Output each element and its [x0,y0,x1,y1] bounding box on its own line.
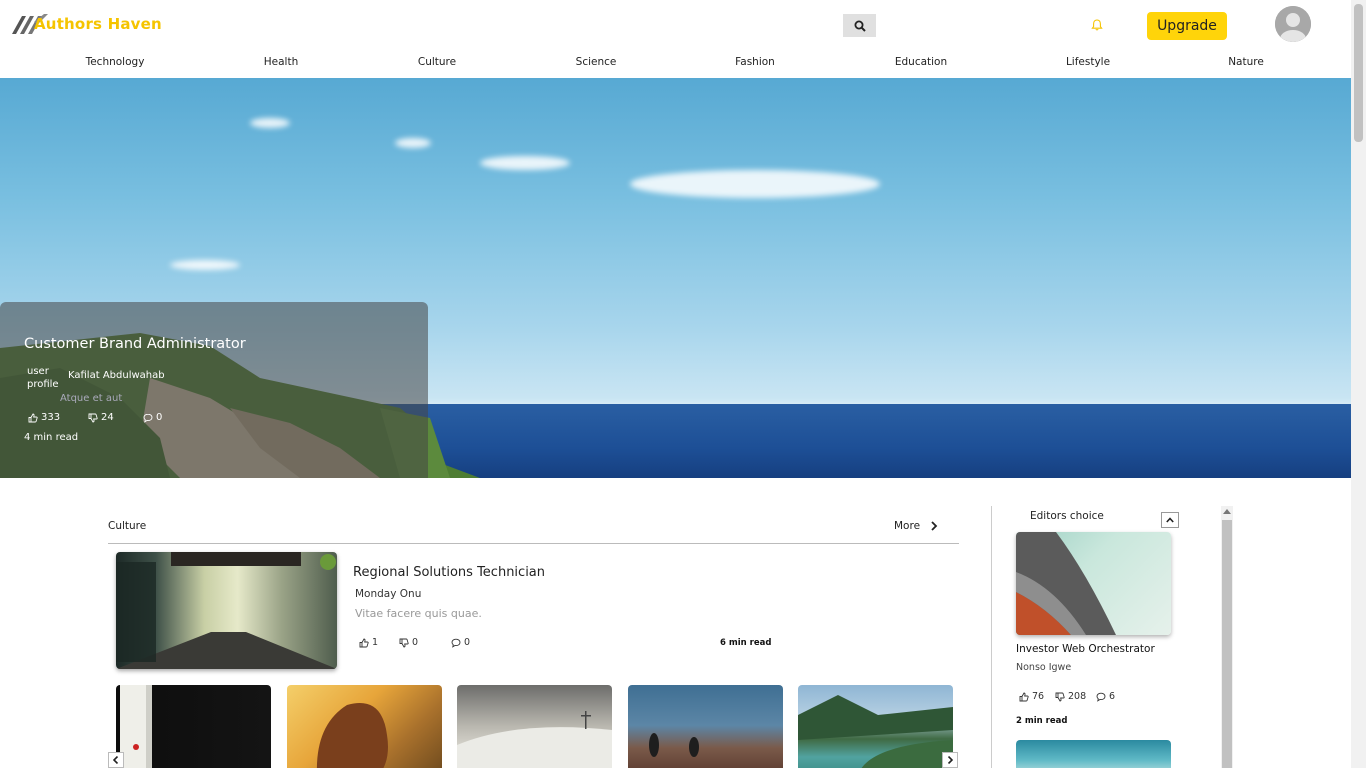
page-scrollbar-thumb[interactable] [1354,4,1363,142]
editors-choice-read-time: 2 min read [1016,716,1068,726]
logo-text: Authors Haven [34,15,162,33]
carousel-prev-button[interactable] [108,752,124,768]
editors-choice-article-author[interactable]: Nonso Igwe [1016,662,1071,673]
chevron-right-icon [931,521,938,531]
editors-choice-article-title[interactable]: Investor Web Orchestrator [1016,643,1155,655]
featured-article-author[interactable]: Monday Onu [355,588,421,600]
editors-choice-collapse-button[interactable] [1161,512,1179,528]
featured-article-description: Vitae facere quis quae. [355,607,482,620]
search-icon [854,20,866,32]
thumbs-down-icon [88,413,98,422]
hero-author[interactable]: Kafilat Abdulwahab [68,370,165,381]
hero-article-card[interactable]: Customer Brand Administrator user profil… [0,302,428,478]
more-link[interactable]: More [894,520,938,532]
nav-item-education[interactable]: Education [895,56,947,68]
nav-item-health[interactable]: Health [264,56,298,68]
comment-stat[interactable]: 0 [451,637,470,648]
thumbs-up-icon [28,413,38,422]
lake-image [798,695,953,768]
chevron-right-icon [947,756,953,764]
like-stat[interactable]: 333 [28,412,60,423]
featured-article-read-time: 6 min read [720,638,772,648]
carousel-thumbnail[interactable] [287,685,442,768]
thumbs-down-icon [399,638,409,647]
nav-item-nature[interactable]: Nature [1228,56,1264,68]
nav-item-lifestyle[interactable]: Lifestyle [1066,56,1110,68]
sidebar-scrollbar-thumb[interactable] [1222,520,1232,768]
nav-item-science[interactable]: Science [576,56,617,68]
nav-item-technology[interactable]: Technology [86,56,145,68]
thumbs-up-icon [359,638,369,647]
snow-cross-image [457,711,612,768]
carousel-thumbnail[interactable] [628,685,783,768]
chevron-left-icon [113,756,119,764]
comment-count: 0 [464,637,471,648]
hero-description: Atque et aut [60,393,123,404]
section-title-culture: Culture [108,520,147,532]
more-label: More [894,520,921,532]
page: Authors Haven Upgrade Technology Health … [0,0,1366,768]
featured-article-image[interactable] [116,552,337,669]
upgrade-button[interactable]: Upgrade [1147,12,1227,40]
thumbs-up-icon [1019,692,1029,701]
carousel-next-button[interactable] [942,752,958,768]
chevron-up-icon [1166,517,1174,523]
like-count: 333 [41,412,61,423]
logo[interactable]: Authors Haven [12,12,162,36]
avatar[interactable] [1275,6,1311,42]
dislike-count: 0 [412,637,419,648]
comment-stat[interactable]: 6 [1096,691,1115,702]
comment-stat[interactable]: 0 [143,412,162,423]
dislike-stat[interactable]: 208 [1055,691,1086,702]
sidebar-scrollbar[interactable] [1221,506,1233,768]
editors-choice-image-next[interactable] [1016,740,1171,768]
carousel-thumbnail[interactable] [116,685,271,768]
editors-choice-title: Editors choice [1030,510,1104,522]
like-count: 1 [372,637,379,648]
page-scrollbar[interactable] [1351,0,1366,768]
hero-read-time: 4 min read [24,432,79,443]
like-count: 76 [1032,691,1045,702]
comment-icon [143,413,153,423]
dislike-stat[interactable]: 24 [88,412,114,423]
carousel-thumbnail[interactable] [798,685,953,768]
editors-choice-image[interactable] [1016,532,1171,635]
bell-icon[interactable] [1090,18,1104,32]
featured-article-title[interactable]: Regional Solutions Technician [353,565,545,580]
featured-image-art [116,552,337,669]
dislike-count: 24 [101,412,114,423]
hero-title[interactable]: Customer Brand Administrator [24,336,246,352]
thumbs-down-icon [1055,692,1065,701]
architecture-image [1016,532,1116,635]
search-button[interactable] [843,14,876,37]
section-divider [108,543,959,544]
dislike-stat[interactable]: 0 [399,637,418,648]
cloud [480,156,570,170]
comment-icon [451,638,461,648]
woman-field-image [316,703,388,768]
hero-banner[interactable]: Customer Brand Administrator user profil… [0,78,1351,478]
carousel-thumbnail[interactable] [457,685,612,768]
cloud [630,170,880,198]
scroll-up-arrow-icon[interactable] [1223,509,1231,514]
user-profile-image: user profile [27,366,59,390]
dislike-count: 208 [1068,691,1087,702]
lantern-image [120,685,152,768]
comment-icon [1096,692,1106,702]
nav-item-fashion[interactable]: Fashion [735,56,775,68]
category-nav: Technology Health Culture Science Fashio… [0,54,1350,78]
comment-count: 6 [1109,691,1116,702]
comment-count: 0 [156,412,163,423]
like-stat[interactable]: 76 [1019,691,1044,702]
foggy-field-image [649,733,699,757]
user-avatar-icon [1275,6,1311,42]
like-stat[interactable]: 1 [359,637,378,648]
sidebar-divider [991,506,992,768]
nav-item-culture[interactable]: Culture [418,56,456,68]
